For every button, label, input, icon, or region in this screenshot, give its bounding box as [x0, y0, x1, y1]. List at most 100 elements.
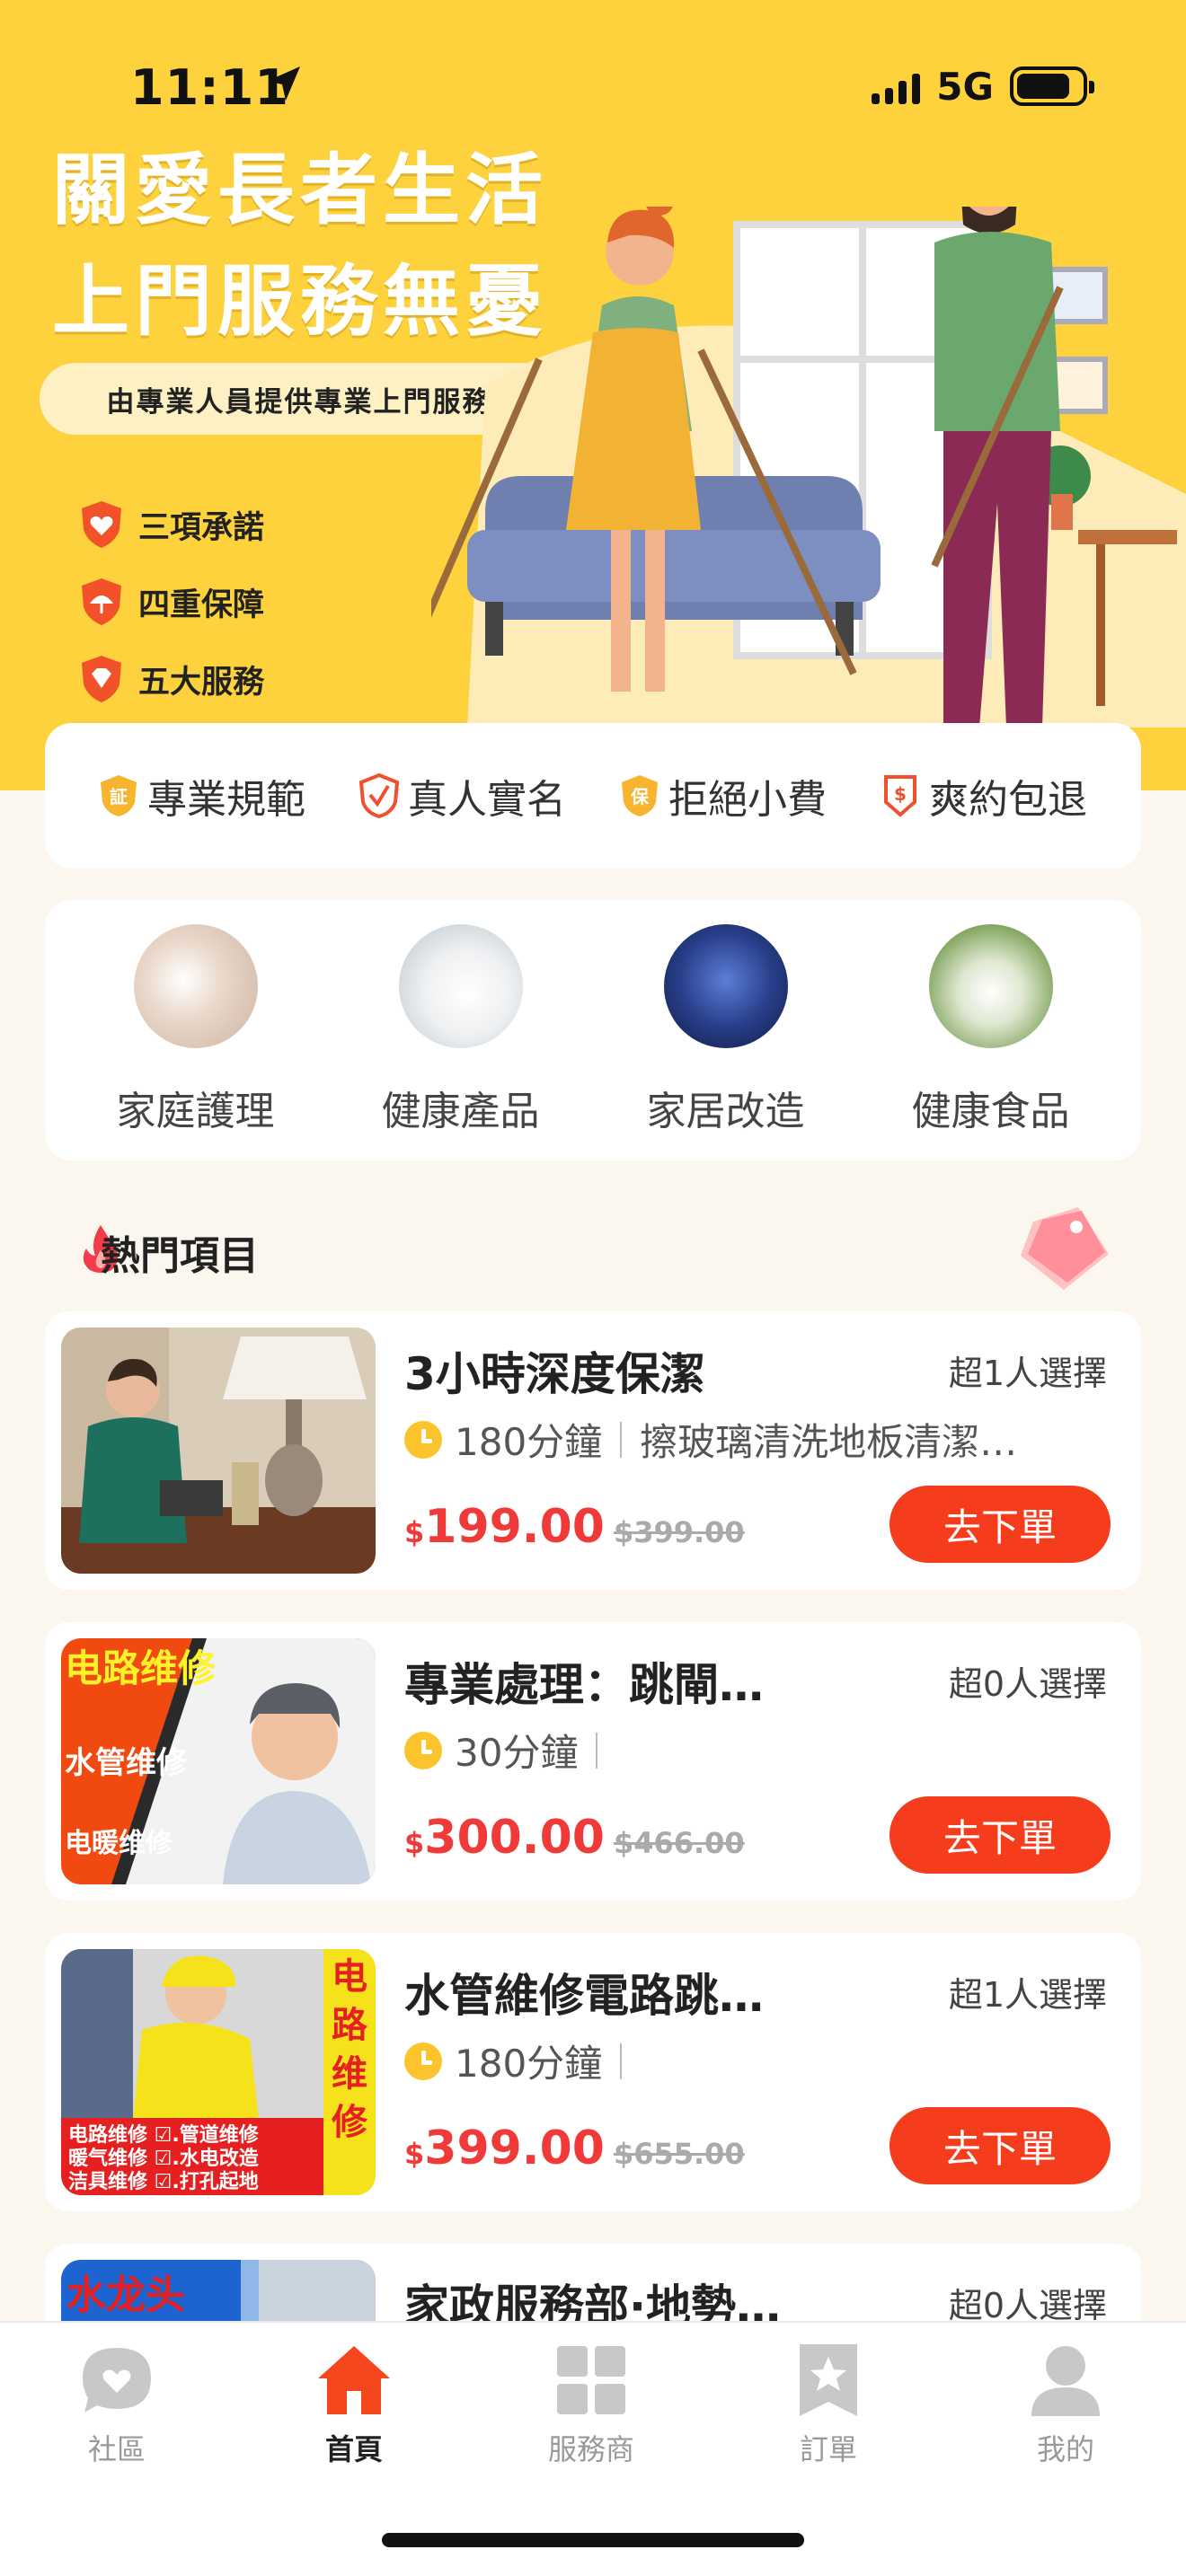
tag-icon	[1021, 1207, 1109, 1290]
person-icon	[1031, 2346, 1100, 2416]
service-popularity: 超1人選擇	[948, 1975, 1107, 2015]
category-label: 家居改造	[646, 1089, 805, 1134]
thumb-text: 水管维修	[65, 1745, 188, 1781]
promise-item: 四重保障	[79, 577, 264, 627]
svg-text:维: 维	[332, 2053, 367, 2095]
original-price: $655.00	[613, 2137, 745, 2171]
certificate-icon: 証	[101, 775, 137, 816]
electrician-photo: 电路维修 水管维修 电暖维修	[61, 1638, 376, 1884]
clock-icon	[404, 1731, 442, 1769]
category-home-renovation[interactable]: 家居改造	[614, 924, 838, 1136]
tab-label: 服務商	[547, 2432, 634, 2466]
service-price: $ 300.00 $466.00	[404, 1811, 745, 1865]
heart-shield-icon	[82, 501, 121, 548]
thumb-text: 电暖维修	[65, 1828, 173, 1859]
service-duration: 30分鐘	[455, 1731, 579, 1775]
service-meta: 180分鐘	[404, 2033, 640, 2088]
service-price: $ 199.00 $399.00	[404, 1500, 745, 1554]
tab-label: 首頁	[324, 2432, 383, 2466]
badge-no-tips: 保 拒絕小費	[620, 767, 827, 825]
category-label: 健康食品	[911, 1089, 1070, 1134]
service-thumbnail: 电 路 维 修 电路维修 ☑.管道维修 暖气维修 ☑.水电改造 洁具维修 ☑.打…	[61, 1949, 376, 2195]
category-label: 健康產品	[381, 1089, 540, 1134]
service-card[interactable]: 电 路 维 修 电路维修 ☑.管道维修 暖气维修 ☑.水电改造 洁具维修 ☑.打…	[45, 1933, 1141, 2211]
promise-label: 五大服務	[138, 664, 265, 701]
clock-icon	[404, 1420, 442, 1459]
promise-label: 四重保障	[138, 587, 265, 623]
badge-label: 專業規範	[147, 777, 305, 823]
verified-shield-icon	[359, 773, 399, 818]
service-duration: 180分鐘	[455, 1420, 603, 1464]
category-image	[663, 924, 788, 1048]
badge-professional: 証 專業規範	[99, 767, 305, 825]
order-button[interactable]: 去下單	[890, 1796, 1111, 1874]
service-popularity: 超0人選擇	[948, 2286, 1107, 2325]
repair-photo: 电 路 维 修 电路维修 ☑.管道维修 暖气维修 ☑.水电改造 洁具维修 ☑.打…	[61, 1949, 376, 2195]
badge-realname: 真人實名	[359, 767, 566, 825]
guarantee-icon: 保	[622, 775, 658, 816]
service-duration: 180分鐘	[455, 2042, 603, 2086]
service-card[interactable]: 3小時深度保潔 超1人選擇 180分鐘 擦玻璃清洗地板清潔… $ 199.00 …	[45, 1311, 1141, 1590]
diamond-shield-icon	[82, 656, 121, 702]
tab-profile[interactable]: 我的	[976, 2342, 1155, 2468]
service-title: 水管維修電路跳…	[404, 1970, 764, 2022]
network-label: 5G	[936, 64, 994, 109]
service-meta: 180分鐘 擦玻璃清洗地板清潔…	[404, 1412, 1017, 1467]
thumb-text: 电路维修	[65, 1646, 217, 1690]
svg-text:$: $	[894, 783, 907, 805]
svg-text:証: 証	[110, 786, 128, 807]
divider	[620, 1421, 623, 1458]
category-label: 家庭護理	[116, 1089, 275, 1134]
badge-label: 爽約包退	[929, 777, 1087, 823]
category-health-products[interactable]: 健康產品	[349, 924, 573, 1136]
order-button[interactable]: 去下單	[890, 2107, 1111, 2184]
svg-text:保: 保	[630, 786, 650, 807]
location-arrow-icon	[268, 66, 300, 101]
hot-projects-title: 熱門項目	[101, 1233, 259, 1279]
divider	[620, 2042, 623, 2079]
promise-item: 三項承諾	[79, 499, 264, 550]
service-card[interactable]: 电路维修 水管维修 电暖维修 專業處理：跳閘… 超0人選擇 30分鐘 $ 300…	[45, 1622, 1141, 1901]
tab-orders[interactable]: 訂單	[739, 2342, 918, 2468]
order-button[interactable]: 去下單	[890, 1486, 1111, 1563]
refund-icon: $	[884, 775, 916, 817]
hero-banner[interactable]: 11:11 5G 關愛長者生活 上門服務無憂 由專業人員提供專業上門服務 三項承…	[0, 0, 1186, 790]
grid-icon	[557, 2346, 625, 2414]
svg-text:修: 修	[332, 2102, 368, 2143]
home-indicator[interactable]	[382, 2533, 804, 2547]
tab-label: 訂單	[799, 2432, 857, 2466]
service-popularity: 超0人選擇	[948, 1664, 1107, 1704]
category-image	[398, 924, 523, 1048]
app-screen: { "status_bar": {"time": "11:11", "netwo…	[0, 0, 1186, 2576]
service-title: 3小時深度保潔	[404, 1348, 705, 1400]
svg-text:电: 电	[332, 1956, 367, 1998]
service-description: 擦玻璃清洗地板清潔…	[640, 1420, 1018, 1464]
trust-badges-card: 証 專業規範 真人實名 保 拒絕小費 $ 爽約包退	[45, 723, 1141, 869]
category-home-care[interactable]: 家庭護理	[84, 924, 308, 1136]
tab-community[interactable]: 社區	[27, 2342, 207, 2468]
battery-icon	[1010, 66, 1094, 106]
tab-label: 社區	[87, 2432, 146, 2466]
price-amount: 199.00	[424, 1500, 605, 1554]
price-amount: 399.00	[424, 2122, 605, 2175]
thumb-text: 水龙头	[66, 2272, 185, 2318]
cleaning-illustration	[431, 207, 1186, 728]
category-health-food[interactable]: 健康食品	[879, 924, 1103, 1136]
service-meta: 30分鐘	[404, 1723, 615, 1778]
tab-home[interactable]: 首頁	[264, 2342, 444, 2468]
category-card: 家庭護理 健康產品 家居改造 健康食品	[45, 900, 1141, 1160]
home-icon	[318, 2346, 390, 2414]
service-price: $ 399.00 $655.00	[404, 2122, 745, 2175]
divider	[596, 1732, 598, 1769]
badge-label: 拒絕小費	[668, 777, 827, 823]
bookmark-star-icon	[800, 2344, 857, 2416]
svg-text:暖气维修 ☑.水电改造: 暖气维修 ☑.水电改造	[68, 2147, 259, 2170]
svg-text:电路维修 ☑.管道维修: 电路维修 ☑.管道维修	[68, 2123, 260, 2147]
status-indicators: 5G	[872, 63, 1094, 110]
chat-bubble-icon	[83, 2348, 151, 2413]
promise-item: 五大服務	[79, 654, 264, 704]
price-amount: 300.00	[424, 1811, 605, 1865]
tab-providers[interactable]: 服務商	[501, 2342, 681, 2468]
umbrella-shield-icon	[82, 578, 121, 625]
service-thumbnail: 电路维修 水管维修 电暖维修	[61, 1638, 376, 1884]
